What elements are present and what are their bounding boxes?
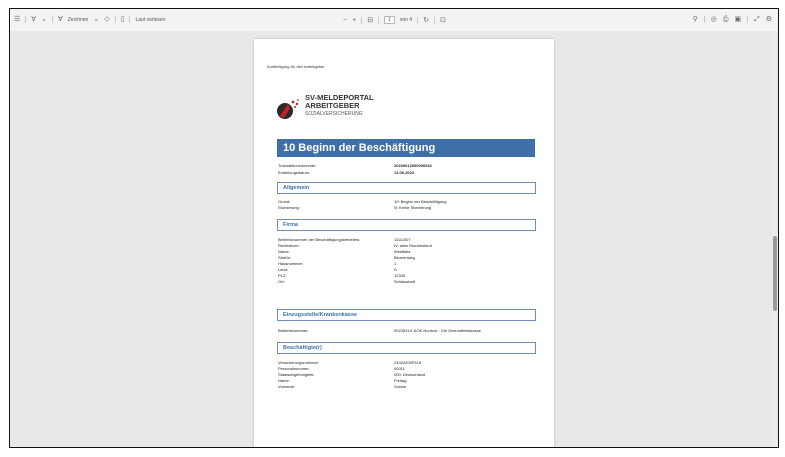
field-value: Freitag — [394, 378, 407, 383]
eraser-icon[interactable]: ◇ — [104, 16, 109, 23]
chevron-down-icon[interactable]: ⌄ — [93, 16, 99, 23]
document-header: Ausfertigung für den Arbeitgeber — [267, 64, 325, 69]
logo-wordmark: SV-MELDEPORTAL ARBEITGEBER SOZIALVERSICH… — [305, 94, 374, 118]
divider — [417, 16, 419, 24]
field-label: Grund: — [278, 199, 291, 204]
chevron-down-icon[interactable]: ⌄ — [41, 16, 47, 23]
field-label: Straße: — [278, 255, 292, 260]
field-label: Betriebsnummer: — [278, 328, 309, 333]
meta-value: 12.06.2023 — [394, 170, 415, 175]
field-label: Betriebsnummer der Beschäftigungsbetrieb… — [278, 237, 361, 242]
field-value: Schlaustadt — [394, 279, 415, 284]
contents-icon[interactable]: ☰ — [14, 16, 20, 23]
field-value: 12345 — [394, 273, 406, 278]
draw-button[interactable]: Zeichnen — [68, 17, 89, 23]
print-icon[interactable]: ⎙ — [723, 16, 729, 23]
meta-label: Transaktionsnummer: — [278, 163, 317, 168]
page-number-input[interactable]: 1 — [384, 16, 395, 24]
field-label: Ort: — [278, 279, 285, 284]
field-label: Rechtsform: — [278, 243, 300, 248]
rotate-icon[interactable]: ↻ — [423, 17, 429, 24]
field-label: Name: — [278, 378, 290, 383]
field-value: 000: Deutschland — [394, 372, 426, 377]
pdf-viewer-window: ☰ ∀ ⌄ ∀ Zeichnen ⌄ ◇ ▯ Laut vorlesen − +… — [9, 8, 779, 448]
search-icon[interactable]: ⚲ — [693, 16, 698, 23]
fullscreen-icon[interactable]: ⤢ — [754, 16, 760, 23]
field-value: 90235319: AOK Nordost - Die Gesundheitsk… — [394, 328, 481, 333]
fit-page-icon[interactable]: ⊟ — [367, 17, 373, 24]
read-aloud-icon[interactable]: ▯ — [121, 16, 125, 23]
vertical-scrollbar[interactable] — [772, 31, 778, 447]
divider — [433, 16, 435, 24]
field-label: PLZ: — [278, 273, 287, 278]
settings-icon[interactable]: ⚙ — [766, 16, 772, 23]
divider — [114, 16, 116, 23]
field-label: Personalnummer: — [278, 366, 310, 371]
section-heading: Beschäftigte(r) — [277, 342, 536, 354]
field-value: Blumenweg — [394, 255, 415, 260]
sv-meldeportal-logo-icon — [277, 99, 299, 119]
meta-label: Erstellungsdatum: — [278, 170, 311, 175]
highlight-icon[interactable]: ∀ — [31, 16, 36, 23]
draw-icon[interactable]: ∀ — [58, 16, 63, 23]
field-label: Stornierung: — [278, 205, 300, 210]
add-notes-icon[interactable]: ◎ — [711, 16, 717, 23]
section-heading: Firma — [277, 219, 536, 231]
divider — [25, 16, 27, 23]
save-icon[interactable]: ▣ — [734, 16, 741, 23]
divider — [361, 16, 363, 24]
section-heading: Allgemein — [277, 182, 536, 194]
field-value: D — [394, 267, 397, 272]
divider — [747, 16, 749, 23]
page-count: von 4 — [399, 17, 413, 23]
field-label: Land: — [278, 267, 289, 272]
field-label: Name: — [278, 249, 290, 254]
field-value: Westfalia — [394, 249, 411, 254]
field-value: 00011 — [394, 366, 405, 371]
page-view-icon[interactable]: ⊡ — [440, 17, 446, 24]
field-value: 1 — [394, 261, 397, 266]
field-value: 11111007 — [394, 237, 411, 242]
field-label: Vorname: — [278, 384, 296, 389]
divider — [51, 16, 53, 23]
field-value: Susine — [394, 384, 407, 389]
field-label: Staatsangehörigkeit: — [278, 372, 315, 377]
read-aloud-button[interactable]: Laut vorlesen — [135, 17, 165, 23]
divider — [378, 16, 380, 24]
field-value: N: Keine Stornierung — [394, 205, 432, 210]
field-value: IV: alles Rumbestand — [394, 243, 432, 248]
logo-line-3: SOZIALVERSICHERUNG — [305, 111, 363, 117]
divider — [703, 16, 705, 23]
logo-line-2: ARBEITGEBER — [305, 101, 360, 110]
viewer-toolbar: ☰ ∀ ⌄ ∀ Zeichnen ⌄ ◇ ▯ Laut vorlesen − +… — [10, 9, 778, 32]
scrollbar-thumb[interactable] — [773, 236, 777, 311]
meta-value: 20230612000000032 — [394, 163, 432, 168]
zoom-in-button[interactable]: + — [352, 17, 356, 24]
document-title: 10 Beginn der Beschäftigung — [277, 139, 535, 157]
field-label: Versicherungsnummer: — [278, 360, 320, 365]
pdf-page: Ausfertigung für den Arbeitgeber SV-MELD… — [254, 39, 554, 447]
field-label: Hausnummer: — [278, 261, 304, 266]
zoom-out-button[interactable]: − — [343, 17, 347, 24]
field-value: 24020200F516 — [394, 360, 421, 365]
field-value: 10: Beginn der Beschäftigung — [394, 199, 447, 204]
section-heading: Einzugsstelle/Krankenkasse — [277, 309, 536, 321]
document-canvas[interactable]: Ausfertigung für den Arbeitgeber SV-MELD… — [10, 31, 778, 447]
divider — [129, 16, 131, 23]
